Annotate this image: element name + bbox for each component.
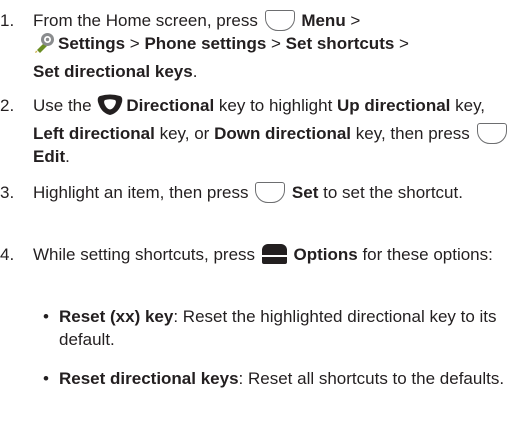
options-key-icon — [261, 244, 287, 264]
down-directional-label: Down directional — [214, 124, 352, 143]
step-number: 4. — [0, 245, 15, 264]
instruction-document: 1. From the Home screen, press Menu > Se… — [0, 0, 515, 426]
options-key-label: Options — [293, 245, 358, 264]
step-text: Highlight an item, then press Set to set… — [33, 182, 463, 203]
soft-key-icon — [264, 10, 295, 31]
soft-key-icon — [255, 182, 286, 203]
settings-icon — [33, 32, 55, 60]
set-key-label: Set — [291, 183, 319, 202]
edit-key-label: Edit — [33, 147, 66, 166]
step-number: 2. — [0, 96, 15, 115]
set-directional-keys-label: Set directional keys — [33, 62, 193, 81]
left-directional-label: Left directional — [33, 124, 155, 143]
bullet-term: Reset directional keys — [59, 369, 239, 388]
step-text: While setting shortcuts, press Options f… — [33, 244, 493, 264]
step-number: 1. — [0, 11, 15, 30]
bullet-marker: • — [43, 307, 49, 326]
step-text: From the Home screen, press Menu > Setti… — [33, 10, 409, 81]
menu-key-label: Menu — [301, 11, 346, 30]
step-text: Use the Directional key to highlight Up … — [33, 94, 509, 168]
bullet-marker: • — [43, 369, 49, 388]
settings-label: Settings — [58, 34, 126, 53]
step-number: 3. — [0, 183, 15, 202]
set-shortcuts-label: Set shortcuts — [285, 34, 395, 53]
up-directional-label: Up directional — [337, 96, 451, 115]
directional-key-label: Directional — [126, 96, 215, 115]
bullet-term: Reset (xx) key — [59, 307, 174, 326]
soft-key-icon — [476, 123, 507, 144]
bullet-description: : Reset all shortcuts to the defaults. — [238, 369, 505, 388]
directional-key-icon — [97, 94, 123, 122]
phone-settings-label: Phone settings — [144, 34, 267, 53]
